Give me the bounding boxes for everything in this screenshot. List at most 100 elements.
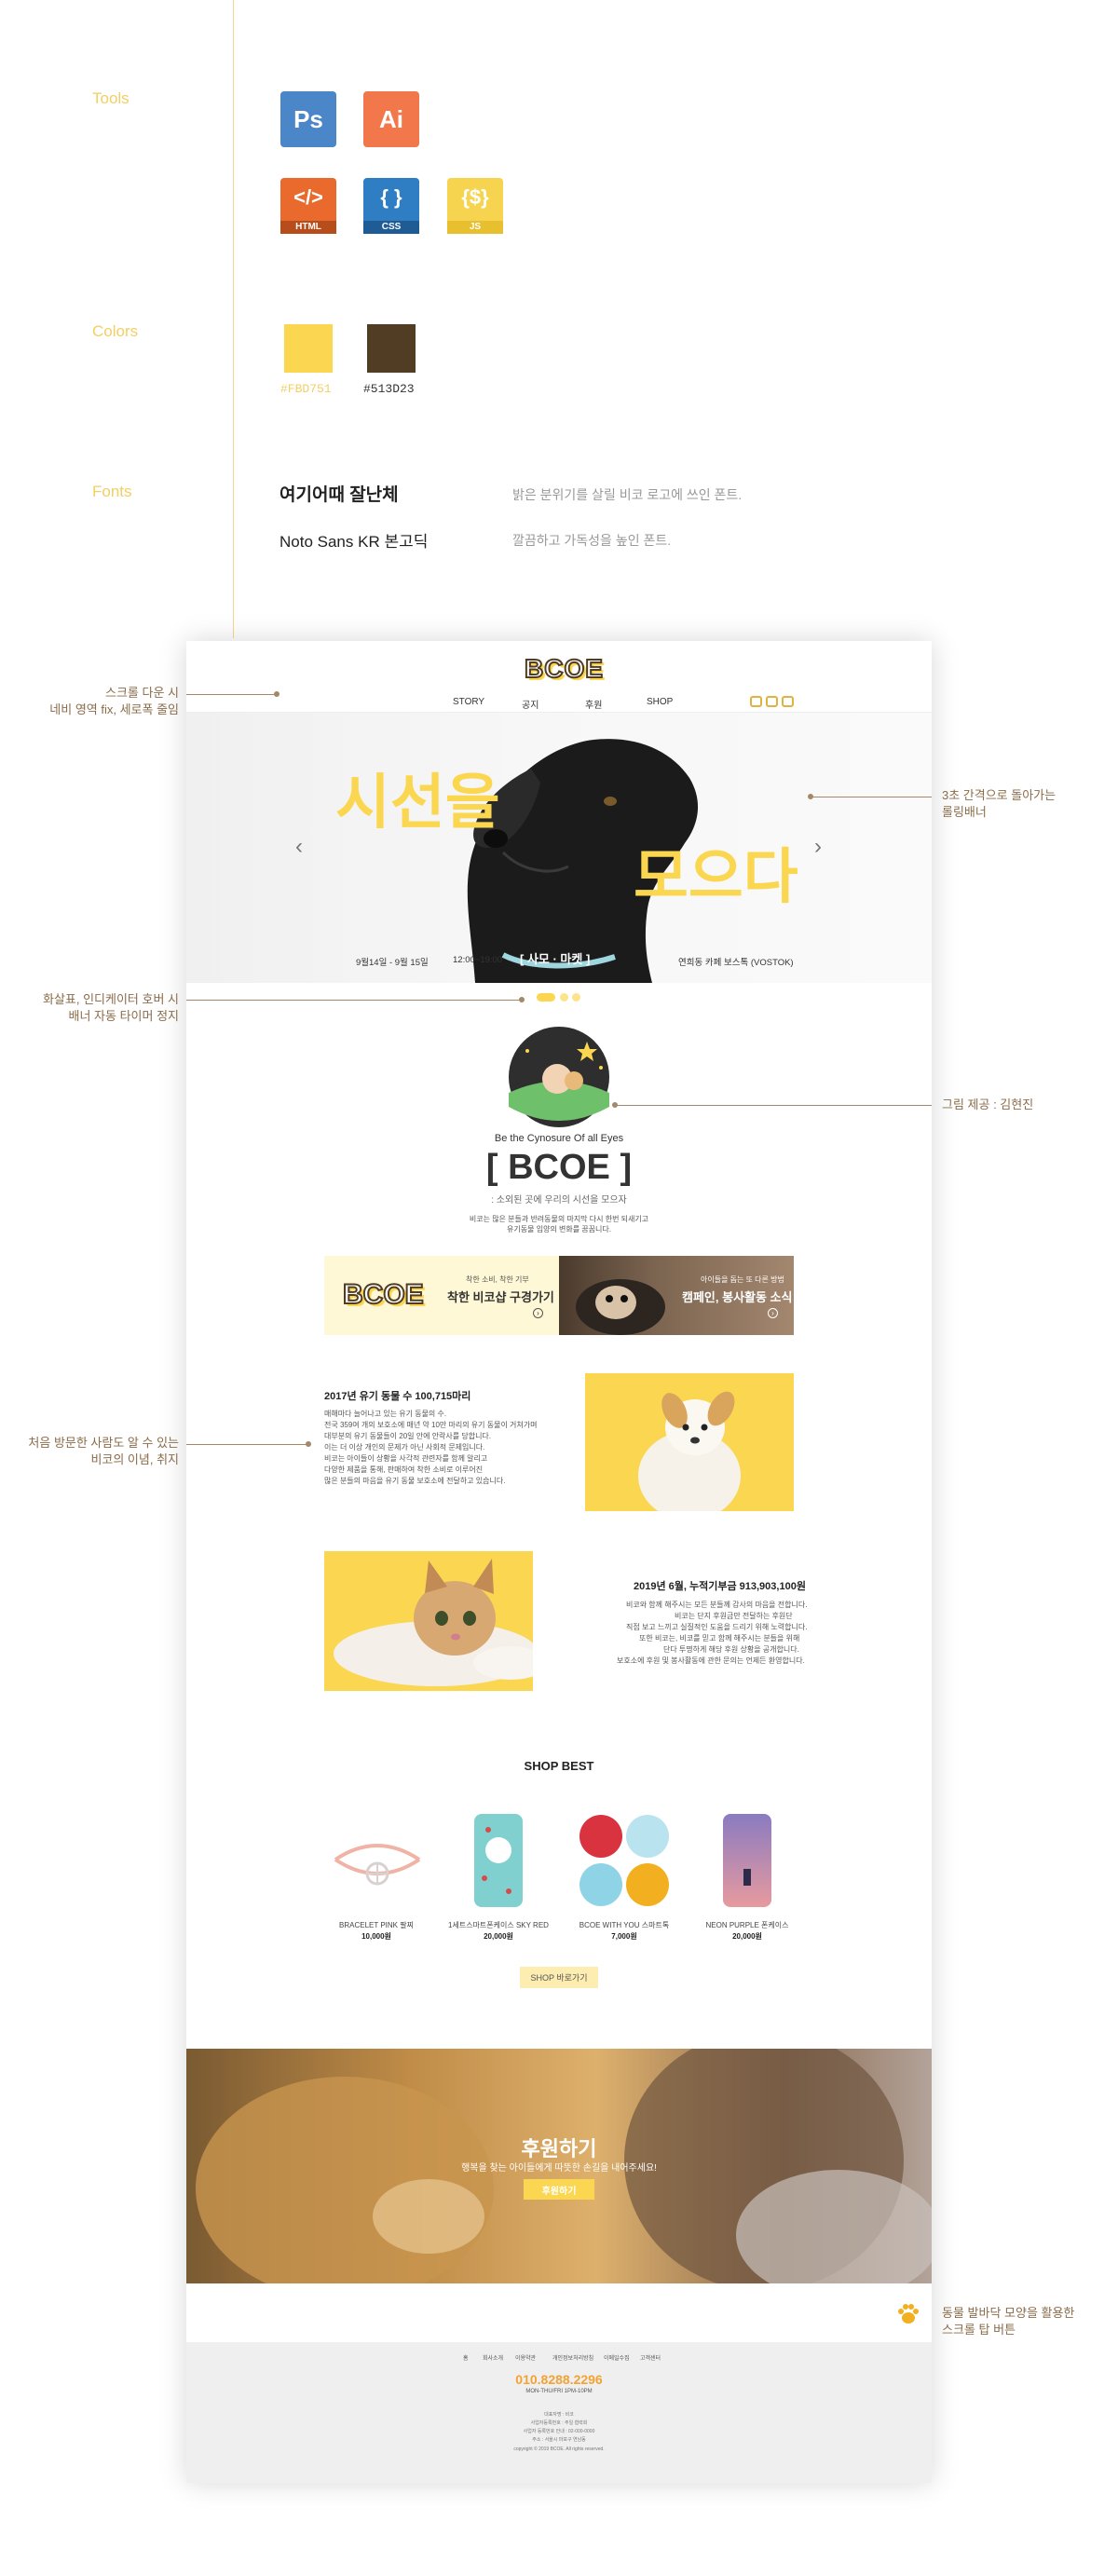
footer-phone: 010.8288.2296 xyxy=(515,2372,603,2387)
shop-more-button[interactable]: SHOP 바로가기 xyxy=(520,1967,598,1988)
footer-link-email[interactable]: 이메일수집 xyxy=(604,2353,630,2362)
banner-prev-button[interactable]: ‹ xyxy=(295,834,303,860)
product-name[interactable]: NEON PURPLE 폰케이스 xyxy=(682,1920,812,1930)
card-campaign-more-icon[interactable]: › xyxy=(768,1308,778,1318)
stat1-puppy-photo xyxy=(585,1373,794,1511)
footer-link-privacy[interactable]: 개인정보처리방침 xyxy=(552,2353,593,2362)
donate-button[interactable]: 후원하기 xyxy=(524,2179,594,2200)
stat1-line: 다양한 제품을 통해, 판매하여 착한 소비로 이루어진 xyxy=(324,1465,484,1474)
css-glyph: { } xyxy=(380,185,402,209)
annotation-line xyxy=(186,1000,522,1001)
annotation-text: 동물 발바닥 모양을 활용한 xyxy=(942,2306,1075,2320)
annotation-text: 스크롤 다운 시 xyxy=(105,686,179,700)
card-shop-logo: BCOE xyxy=(342,1278,425,1311)
card-campaign[interactable]: 아이들을 돕는 또 다른 방법 캠페인, 봉사활동 소식 › xyxy=(559,1256,794,1335)
stat2-title: 2019년 6월, 누적기부금 913,903,100원 xyxy=(634,1581,806,1592)
tools-label: Tools xyxy=(92,89,130,107)
stat2-cat-photo xyxy=(324,1551,533,1691)
annotation-nav-fix: 스크롤 다운 시 네비 영역 fix, 세로폭 줄임 xyxy=(11,685,179,718)
colors-label: Colors xyxy=(92,322,139,340)
website-mockup: BCOE STORY 공지 후원 SHOP 시선을 모으다 ‹ › 9월14일 … xyxy=(186,641,932,2483)
nav-support[interactable]: 후원 xyxy=(585,697,602,711)
product-case-sky-image[interactable] xyxy=(473,1813,524,1908)
stat2-line: 비코와 함께 해주시는 모든 분들께 감사의 마음을 전합니다. xyxy=(626,1601,808,1609)
indicator-dot-active[interactable] xyxy=(537,993,555,1002)
stat2-line: 직접 보고 느끼고 실질적인 도움을 드리기 위해 노력합니다. xyxy=(626,1623,808,1631)
annotation-text: 3초 간격으로 돌아가는 xyxy=(942,788,1057,802)
annotation-dot xyxy=(306,1441,311,1447)
product-case-purple-image[interactable] xyxy=(722,1813,772,1908)
card-shop-title: 착한 비코샵 구경가기 xyxy=(447,1290,554,1304)
product-smarttok-image[interactable] xyxy=(578,1813,671,1908)
banner-title-2: 모으다 xyxy=(634,843,798,910)
footer-link-terms[interactable]: 이용약관 xyxy=(515,2353,536,2362)
banner-next-button[interactable]: › xyxy=(814,834,822,860)
css-name: CSS xyxy=(363,221,419,234)
html-glyph: </> xyxy=(293,185,323,209)
puppy-image xyxy=(638,1391,741,1511)
card-shop-more-icon[interactable]: › xyxy=(533,1308,543,1318)
annotation-dot xyxy=(612,1102,618,1108)
banner-date: 9월14일 - 9월 15일 xyxy=(356,958,429,968)
annotation-rolling: 3초 간격으로 돌아가는 롤링배너 xyxy=(942,787,1110,821)
css-icon: { } CSS xyxy=(363,178,419,234)
js-glyph: {$} xyxy=(461,185,489,209)
stat2-line: 또한 비코는, 비코를 믿고 함께 해주시는 분들을 위해 xyxy=(639,1634,800,1642)
card-campaign-small: 아이들을 돕는 또 다른 방법 xyxy=(701,1275,784,1284)
rolling-banner[interactable]: 시선을 모으다 ‹ › 9월14일 - 9월 15일 12:00~19:00 [… xyxy=(186,713,932,983)
site-logo[interactable]: BCOE xyxy=(524,653,604,684)
intro-desc-2: 유기동물 입양의 변화를 꿈꿉니다. xyxy=(507,1225,611,1233)
annotation-text: 스크롤 탑 버튼 xyxy=(942,2323,1016,2337)
instagram-icon[interactable] xyxy=(750,696,762,707)
nav-shop[interactable]: SHOP xyxy=(647,697,673,707)
annotation-dot xyxy=(808,794,813,799)
nav-notice[interactable]: 공지 xyxy=(522,697,539,711)
card-shop-small: 착한 소비, 착한 기부 xyxy=(466,1275,529,1284)
site-footer: 홈 회사소개 이용약관 개인정보처리방침 이메일수집 고객센터 010.8288… xyxy=(186,2342,932,2483)
js-name: JS xyxy=(447,221,503,234)
stat1-line: 대부분의 유기 동물들이 20일 안에 안락사를 당합니다. xyxy=(324,1432,492,1440)
product-price: 10,000원 xyxy=(361,1932,391,1941)
footer-link-about[interactable]: 회사소개 xyxy=(483,2353,503,2362)
facebook-icon[interactable] xyxy=(766,696,778,707)
html-icon: </> HTML xyxy=(280,178,336,234)
donate-section: 후원하기 행복을 찾는 아이들에게 따뜻한 손길을 내어주세요! 후원하기 xyxy=(186,2049,932,2283)
indicator-dot[interactable] xyxy=(572,993,580,1002)
product-bracelet-image[interactable] xyxy=(326,1822,429,1897)
product-price: 20,000원 xyxy=(732,1932,762,1941)
footer-info-line: 사업자등록번호 : 주일 협력회 xyxy=(530,2420,588,2426)
annotation-text: 화살표, 인디케이터 호버 시 xyxy=(42,992,179,1006)
annotation-text: 그림 제공 : 김현진 xyxy=(942,1097,1034,1111)
intro-subtitle: : 소외된 곳에 우리의 시선을 모으자 xyxy=(491,1195,627,1206)
html-name: HTML xyxy=(280,221,336,234)
intro-title: [ BCOE ] xyxy=(485,1148,633,1187)
banner-tag: [ 사모 · 마켓 ] xyxy=(520,952,591,966)
blog-icon[interactable] xyxy=(782,696,794,707)
indicator-dot[interactable] xyxy=(560,993,568,1002)
product-name[interactable]: BRACELET PINK 팔찌 xyxy=(311,1920,442,1930)
stat2-line: 비코는 단지 후원금만 전달하는 후원단 xyxy=(675,1612,793,1620)
shop-title: SHOP BEST xyxy=(524,1759,594,1773)
nav-story[interactable]: STORY xyxy=(453,697,484,707)
annotation-dot xyxy=(274,691,280,697)
card-shop[interactable]: BCOE 착한 소비, 착한 기부 착한 비코샵 구경가기 › xyxy=(324,1256,559,1335)
annotation-paw: 동물 발바닥 모양을 활용한 스크롤 탑 버튼 xyxy=(942,2305,1110,2338)
card-campaign-title: 캠페인, 봉사활동 소식 xyxy=(682,1290,793,1304)
footer-link-home[interactable]: 홈 xyxy=(463,2353,469,2362)
stat1-title: 2017년 유기 동물 수 100,715마리 xyxy=(324,1391,471,1402)
font-name-noto: Noto Sans KR 본고딕 xyxy=(280,533,429,551)
intro-illustration xyxy=(509,1027,609,1127)
annotation-line xyxy=(186,1444,307,1445)
stat1-line: 매해마다 늘어나고 있는 유기 동물의 수. xyxy=(324,1410,447,1418)
font-desc-jalnan: 밝은 분위기를 살릴 비코 로고에 쓰인 폰트. xyxy=(512,487,743,502)
footer-info-line: 사업자 등록번호 안내 : 02-000-0000 xyxy=(523,2429,595,2434)
annotation-vision: 처음 방문한 사람도 알 수 있는 비코의 이념, 취지 xyxy=(11,1435,179,1468)
annotation-credit: 그림 제공 : 김현진 xyxy=(942,1097,1110,1113)
annotation-text: 네비 영역 fix, 세로폭 줄임 xyxy=(49,702,179,716)
footer-link-cs[interactable]: 고객센터 xyxy=(640,2353,661,2362)
paw-icon[interactable] xyxy=(896,2303,920,2325)
product-name[interactable]: BCOE WITH YOU 스마트톡 xyxy=(559,1920,689,1930)
product-name[interactable]: 1세트스마트폰케이스 SKY RED xyxy=(433,1920,564,1930)
banner-time: 12:00~19:00 xyxy=(453,955,503,965)
footer-hours: MON-THU/FRI 1PM-10PM xyxy=(525,2389,593,2394)
